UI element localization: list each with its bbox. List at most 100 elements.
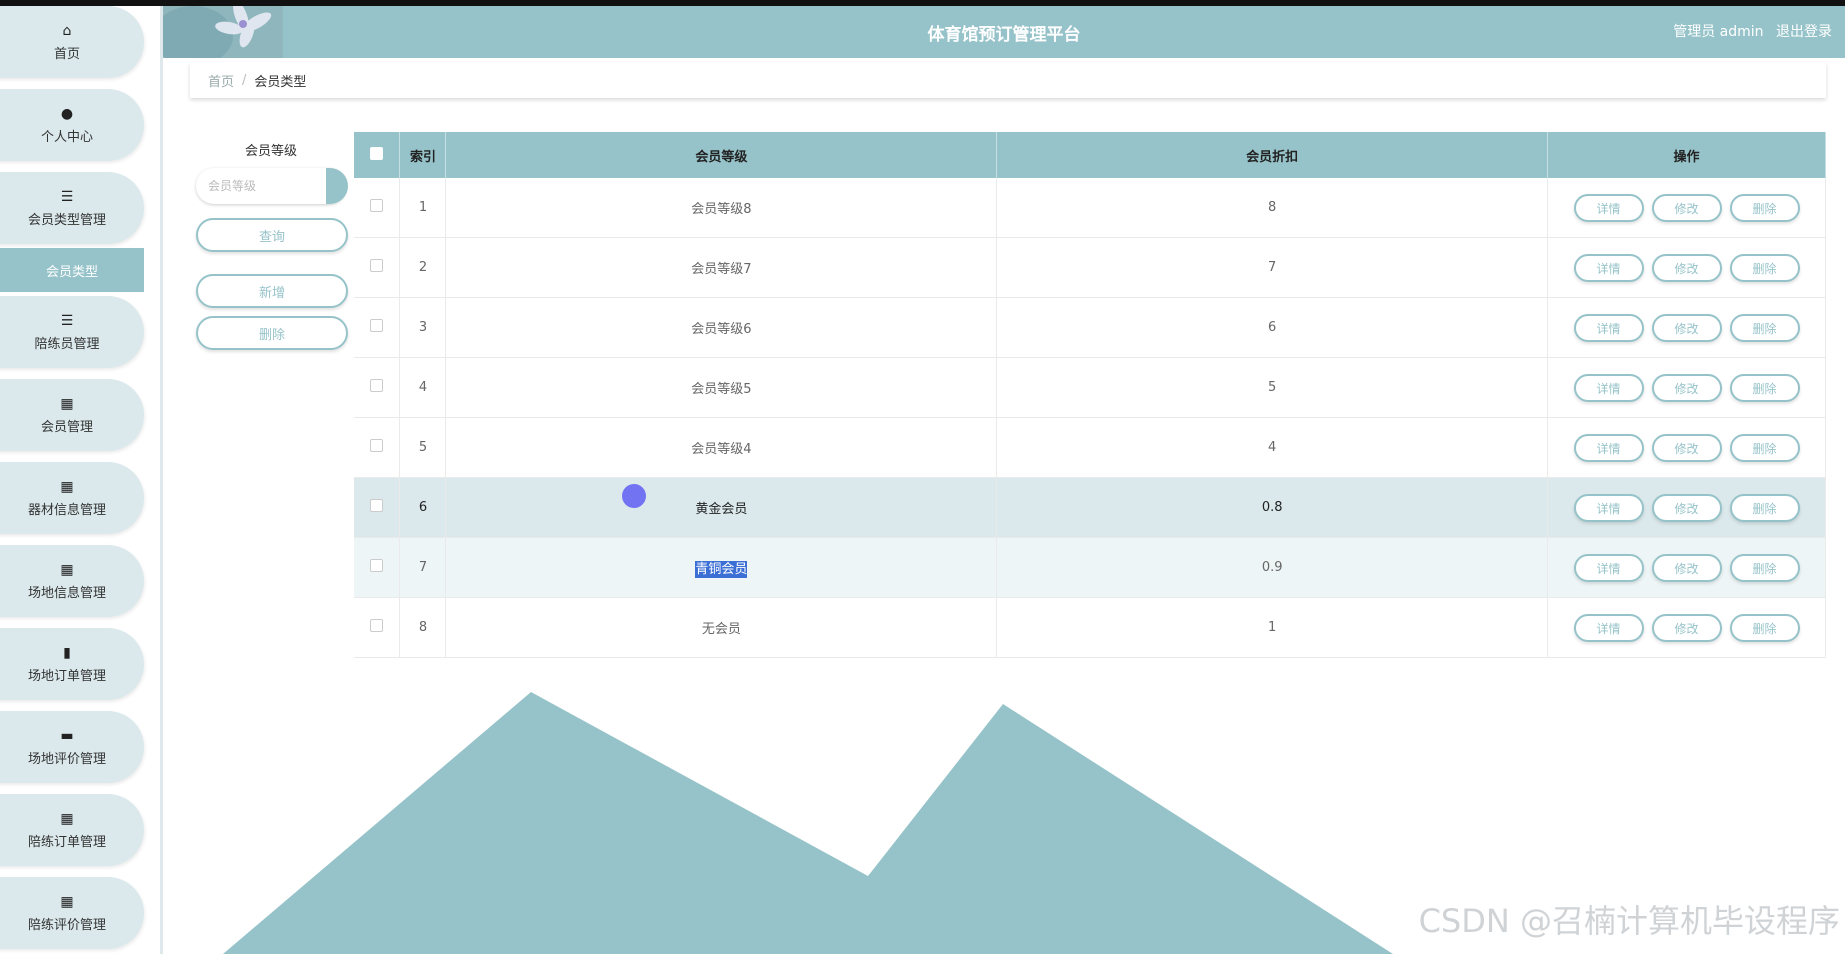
cell-discount: 7 xyxy=(996,237,1549,298)
sidebar-item-venue-review[interactable]: ▬ 场地评价管理 xyxy=(0,711,144,783)
book-icon: ▮ xyxy=(63,644,71,661)
detail-button[interactable]: 详情 xyxy=(1573,553,1644,582)
sidebar-item-venue-order[interactable]: ▮ 场地订单管理 xyxy=(0,628,144,700)
sidebar-item-trainer-review[interactable]: ▦ 陪练评价管理 xyxy=(0,877,144,949)
delete-button[interactable]: 删除 xyxy=(1729,253,1800,282)
row-checkbox[interactable] xyxy=(370,559,384,572)
cell-index: 6 xyxy=(399,477,447,538)
edit-button[interactable]: 修改 xyxy=(1651,613,1722,642)
row-select-cell xyxy=(354,537,401,598)
row-checkbox[interactable] xyxy=(370,439,384,452)
edit-button[interactable]: 修改 xyxy=(1651,373,1722,402)
column-header-level[interactable]: 会员等级 xyxy=(445,132,998,178)
table-row: 6 黄金会员 0.8 详情 修改 删除 xyxy=(354,477,1826,538)
cell-level: 会员等级7 xyxy=(445,237,998,298)
filter-label: 会员等级 xyxy=(244,144,297,159)
sidebar-subitem-member-type[interactable]: 会员类型 xyxy=(0,248,144,292)
cell-actions: 详情 修改 删除 xyxy=(1547,178,1826,238)
cell-index: 1 xyxy=(399,178,447,238)
cell-level: 会员等级8 xyxy=(445,178,998,238)
column-header-actions: 操作 xyxy=(1547,132,1826,178)
cell-index: 8 xyxy=(399,597,447,658)
row-checkbox[interactable] xyxy=(370,379,384,392)
app-header: 体育馆预订管理平台 管理员 admin 退出登录 xyxy=(163,6,1845,58)
sidebar-item-label: 会员类型管理 xyxy=(27,212,106,228)
member-type-table: 索引 会员等级 会员折扣 操作 1 会员等级8 8 详情 修改 删除 2 会员等级7… xyxy=(354,132,1826,658)
column-header-discount[interactable]: 会员折扣 xyxy=(996,132,1549,178)
grid-icon: ▦ xyxy=(60,893,74,910)
table-row: 2 会员等级7 7 详情 修改 删除 xyxy=(354,237,1826,298)
delete-button[interactable]: 删除 xyxy=(1729,493,1800,522)
cell-actions: 详情 修改 删除 xyxy=(1547,357,1826,418)
detail-button[interactable]: 详情 xyxy=(1573,433,1644,462)
delete-button[interactable]: 删除 xyxy=(1729,433,1800,462)
detail-button[interactable]: 详情 xyxy=(1573,493,1644,522)
column-header-index: 索引 xyxy=(399,132,447,178)
member-level-search-input[interactable] xyxy=(196,168,346,204)
list-icon: ☰ xyxy=(60,188,74,205)
sidebar-item-label: 场地评价管理 xyxy=(27,751,106,767)
table-row: 1 会员等级8 8 详情 修改 删除 xyxy=(354,178,1826,238)
edit-button[interactable]: 修改 xyxy=(1651,193,1722,222)
delete-button[interactable]: 删除 xyxy=(1729,373,1800,402)
sidebar: ⌂ 首页 ● 个人中心 ☰ 会员类型管理 会员类型 ☰ 陪练员管理 ▦ 会员管理… xyxy=(0,6,163,954)
cell-index: 5 xyxy=(399,417,447,478)
edit-button[interactable]: 修改 xyxy=(1651,493,1722,522)
cell-level: 无会员 xyxy=(445,597,998,658)
watermark: CSDN @召楠计算机毕设程序 xyxy=(1418,902,1840,940)
row-checkbox[interactable] xyxy=(370,499,384,512)
sidebar-item-label: 陪练订单管理 xyxy=(27,834,106,850)
selected-text: 青铜会员 xyxy=(695,561,748,578)
delete-button[interactable]: 删除 xyxy=(1729,313,1800,342)
logout-link[interactable]: 退出登录 xyxy=(1776,24,1832,40)
delete-button[interactable]: 删除 xyxy=(1729,613,1800,642)
edit-button[interactable]: 修改 xyxy=(1651,313,1722,342)
select-all-checkbox[interactable] xyxy=(370,146,384,160)
row-checkbox[interactable] xyxy=(370,199,384,212)
batch-delete-button[interactable]: 删除 xyxy=(196,316,348,350)
delete-button[interactable]: 删除 xyxy=(1729,553,1800,582)
sidebar-item-label: 会员管理 xyxy=(40,419,93,435)
row-checkbox[interactable] xyxy=(370,259,384,272)
cell-actions: 详情 修改 删除 xyxy=(1547,417,1826,478)
table-header-row: 索引 会员等级 会员折扣 操作 xyxy=(354,132,1826,178)
detail-button[interactable]: 详情 xyxy=(1573,193,1644,222)
cell-discount: 5 xyxy=(996,357,1549,418)
cell-discount: 0.8 xyxy=(996,477,1549,538)
delete-button[interactable]: 删除 xyxy=(1729,193,1800,222)
table-row: 7 青铜会员 0.9 详情 修改 删除 xyxy=(354,537,1826,598)
sidebar-item-venue[interactable]: ▦ 场地信息管理 xyxy=(0,545,144,617)
cell-actions: 详情 修改 删除 xyxy=(1547,477,1826,538)
input-decoration xyxy=(326,168,348,204)
detail-button[interactable]: 详情 xyxy=(1573,373,1644,402)
row-checkbox[interactable] xyxy=(370,319,384,332)
search-button[interactable]: 查询 xyxy=(196,218,348,252)
sidebar-item-trainer[interactable]: ☰ 陪练员管理 xyxy=(0,296,144,368)
breadcrumb-home[interactable]: 首页 xyxy=(208,71,234,90)
add-button[interactable]: 新增 xyxy=(196,274,348,308)
detail-button[interactable]: 详情 xyxy=(1573,253,1644,282)
detail-button[interactable]: 详情 xyxy=(1573,313,1644,342)
row-select-cell xyxy=(354,178,401,238)
sidebar-item-member-type[interactable]: ☰ 会员类型管理 xyxy=(0,172,144,244)
cell-discount: 6 xyxy=(996,297,1549,358)
sidebar-item-label: 陪练员管理 xyxy=(34,336,100,352)
row-select-cell xyxy=(354,237,401,298)
sidebar-item-equipment[interactable]: ▦ 器材信息管理 xyxy=(0,462,144,534)
select-all-cell xyxy=(354,132,401,178)
edit-button[interactable]: 修改 xyxy=(1651,433,1722,462)
cell-level: 青铜会员 xyxy=(445,537,998,598)
sidebar-item-member[interactable]: ▦ 会员管理 xyxy=(0,379,144,451)
edit-button[interactable]: 修改 xyxy=(1651,253,1722,282)
sidebar-item-profile[interactable]: ● 个人中心 xyxy=(0,89,144,161)
edit-button[interactable]: 修改 xyxy=(1651,553,1722,582)
sidebar-item-home[interactable]: ⌂ 首页 xyxy=(0,6,144,78)
cell-actions: 详情 修改 删除 xyxy=(1547,237,1826,298)
detail-button[interactable]: 详情 xyxy=(1573,613,1644,642)
sidebar-item-trainer-order[interactable]: ▦ 陪练订单管理 xyxy=(0,794,144,866)
row-checkbox[interactable] xyxy=(370,619,384,632)
sidebar-item-label: 器材信息管理 xyxy=(27,502,106,518)
row-select-cell xyxy=(354,417,401,478)
row-select-cell xyxy=(354,477,401,538)
cell-level: 黄金会员 xyxy=(445,477,998,538)
